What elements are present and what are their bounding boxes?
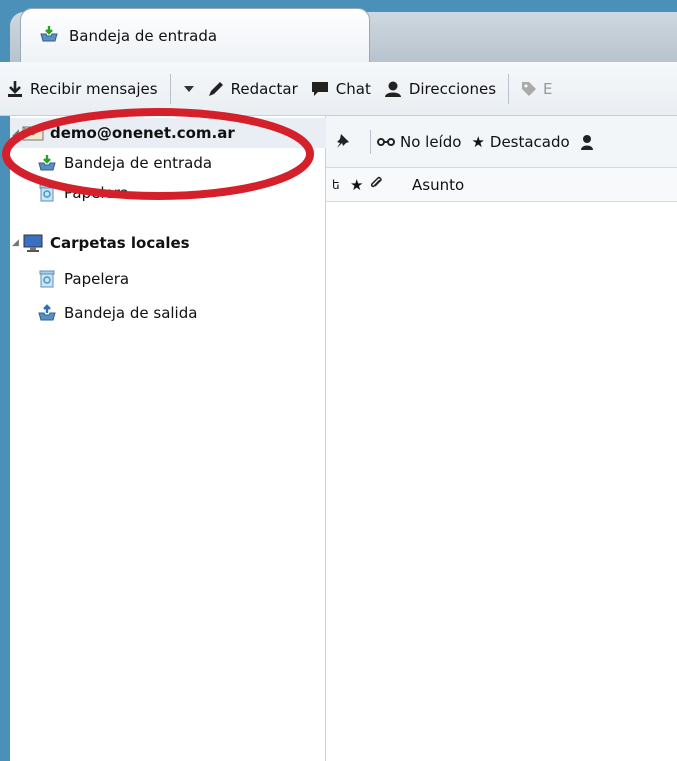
- starred-filter-button[interactable]: ★ Destacado: [471, 133, 569, 151]
- local-folders-label: Carpetas locales: [50, 234, 190, 252]
- folder-trash[interactable]: Papelera: [10, 178, 326, 208]
- chat-label: Chat: [335, 79, 371, 98]
- tab-strip: Bandeja de entrada: [0, 0, 677, 62]
- outbox-icon: [36, 303, 58, 323]
- unread-label: No leído: [400, 132, 462, 151]
- folder-inbox[interactable]: Bandeja de entrada: [10, 148, 326, 178]
- trash-label: Papelera: [64, 184, 130, 202]
- inbox-icon: [39, 25, 59, 47]
- inbox-icon: [36, 153, 58, 173]
- thread-column-header: ե ★ Asunto: [326, 168, 677, 202]
- starred-label: Destacado: [489, 132, 570, 151]
- contact-filter-button[interactable]: [580, 134, 594, 150]
- account-mail-icon: [22, 123, 44, 143]
- get-messages-dropdown[interactable]: [177, 71, 201, 107]
- address-book-label: Direcciones: [408, 79, 497, 98]
- toolbar-separator: [508, 73, 510, 104]
- star-icon: ★: [471, 132, 485, 151]
- tab-label: Bandeja de entrada: [69, 26, 218, 45]
- outbox-label: Bandeja de salida: [64, 304, 198, 322]
- tag-icon: [521, 81, 537, 97]
- trash-icon: [36, 183, 58, 203]
- contact-icon: [383, 80, 403, 98]
- local-trash-label: Papelera: [64, 270, 130, 288]
- folder-outbox[interactable]: Bandeja de salida: [10, 298, 326, 328]
- compose-button[interactable]: Redactar: [201, 71, 304, 107]
- chat-button[interactable]: Chat: [304, 71, 377, 107]
- get-messages-button[interactable]: Recibir mensajes: [0, 71, 164, 107]
- computer-icon: [22, 233, 44, 253]
- toolbar-separator: [169, 73, 171, 104]
- folder-local-trash[interactable]: Papelera: [10, 264, 326, 294]
- compose-label: Redactar: [230, 79, 298, 98]
- main-toolbar: Recibir mensajes Redactar Chat Direccion…: [0, 62, 677, 116]
- twisty-expanded-icon[interactable]: ◢: [12, 128, 22, 138]
- get-messages-label: Recibir mensajes: [30, 79, 158, 98]
- tag-button[interactable]: E: [515, 71, 558, 107]
- folder-pane: ◢ demo@onenet.com.ar Bandeja de entrada …: [10, 116, 326, 761]
- star-column-icon[interactable]: ★: [350, 176, 370, 194]
- inbox-label: Bandeja de entrada: [64, 154, 213, 172]
- address-book-button[interactable]: Direcciones: [377, 71, 502, 107]
- quick-filter-bar: No leído ★ Destacado: [326, 116, 677, 168]
- folder-local[interactable]: ◢ Carpetas locales: [10, 228, 326, 258]
- twisty-expanded-icon[interactable]: ◢: [12, 238, 22, 248]
- message-pane: No leído ★ Destacado ե ★ Asunto: [326, 116, 677, 761]
- pin-icon: [337, 133, 349, 148]
- quick-filter-separator: [370, 129, 371, 154]
- download-icon: [6, 80, 24, 98]
- tab-inbox[interactable]: Bandeja de entrada: [20, 8, 370, 62]
- folder-account[interactable]: ◢ demo@onenet.com.ar: [10, 118, 326, 148]
- pencil-icon: [207, 80, 225, 98]
- trash-icon: [36, 269, 58, 289]
- chat-icon: [310, 80, 330, 98]
- subject-column-header[interactable]: Asunto: [412, 176, 464, 194]
- unread-filter-button[interactable]: No leído: [377, 133, 461, 151]
- contact-icon: [580, 134, 593, 150]
- account-label: demo@onenet.com.ar: [50, 124, 235, 142]
- attachment-column-icon[interactable]: [370, 176, 400, 194]
- glasses-icon: [377, 133, 395, 151]
- sticky-filter-button[interactable]: [334, 132, 354, 152]
- chevron-down-icon: [183, 80, 195, 98]
- tag-label: E: [543, 79, 553, 98]
- window-frame: Bandeja de entrada Recibir mensajes Reda…: [0, 0, 677, 761]
- thread-column-icon[interactable]: ե: [332, 178, 350, 192]
